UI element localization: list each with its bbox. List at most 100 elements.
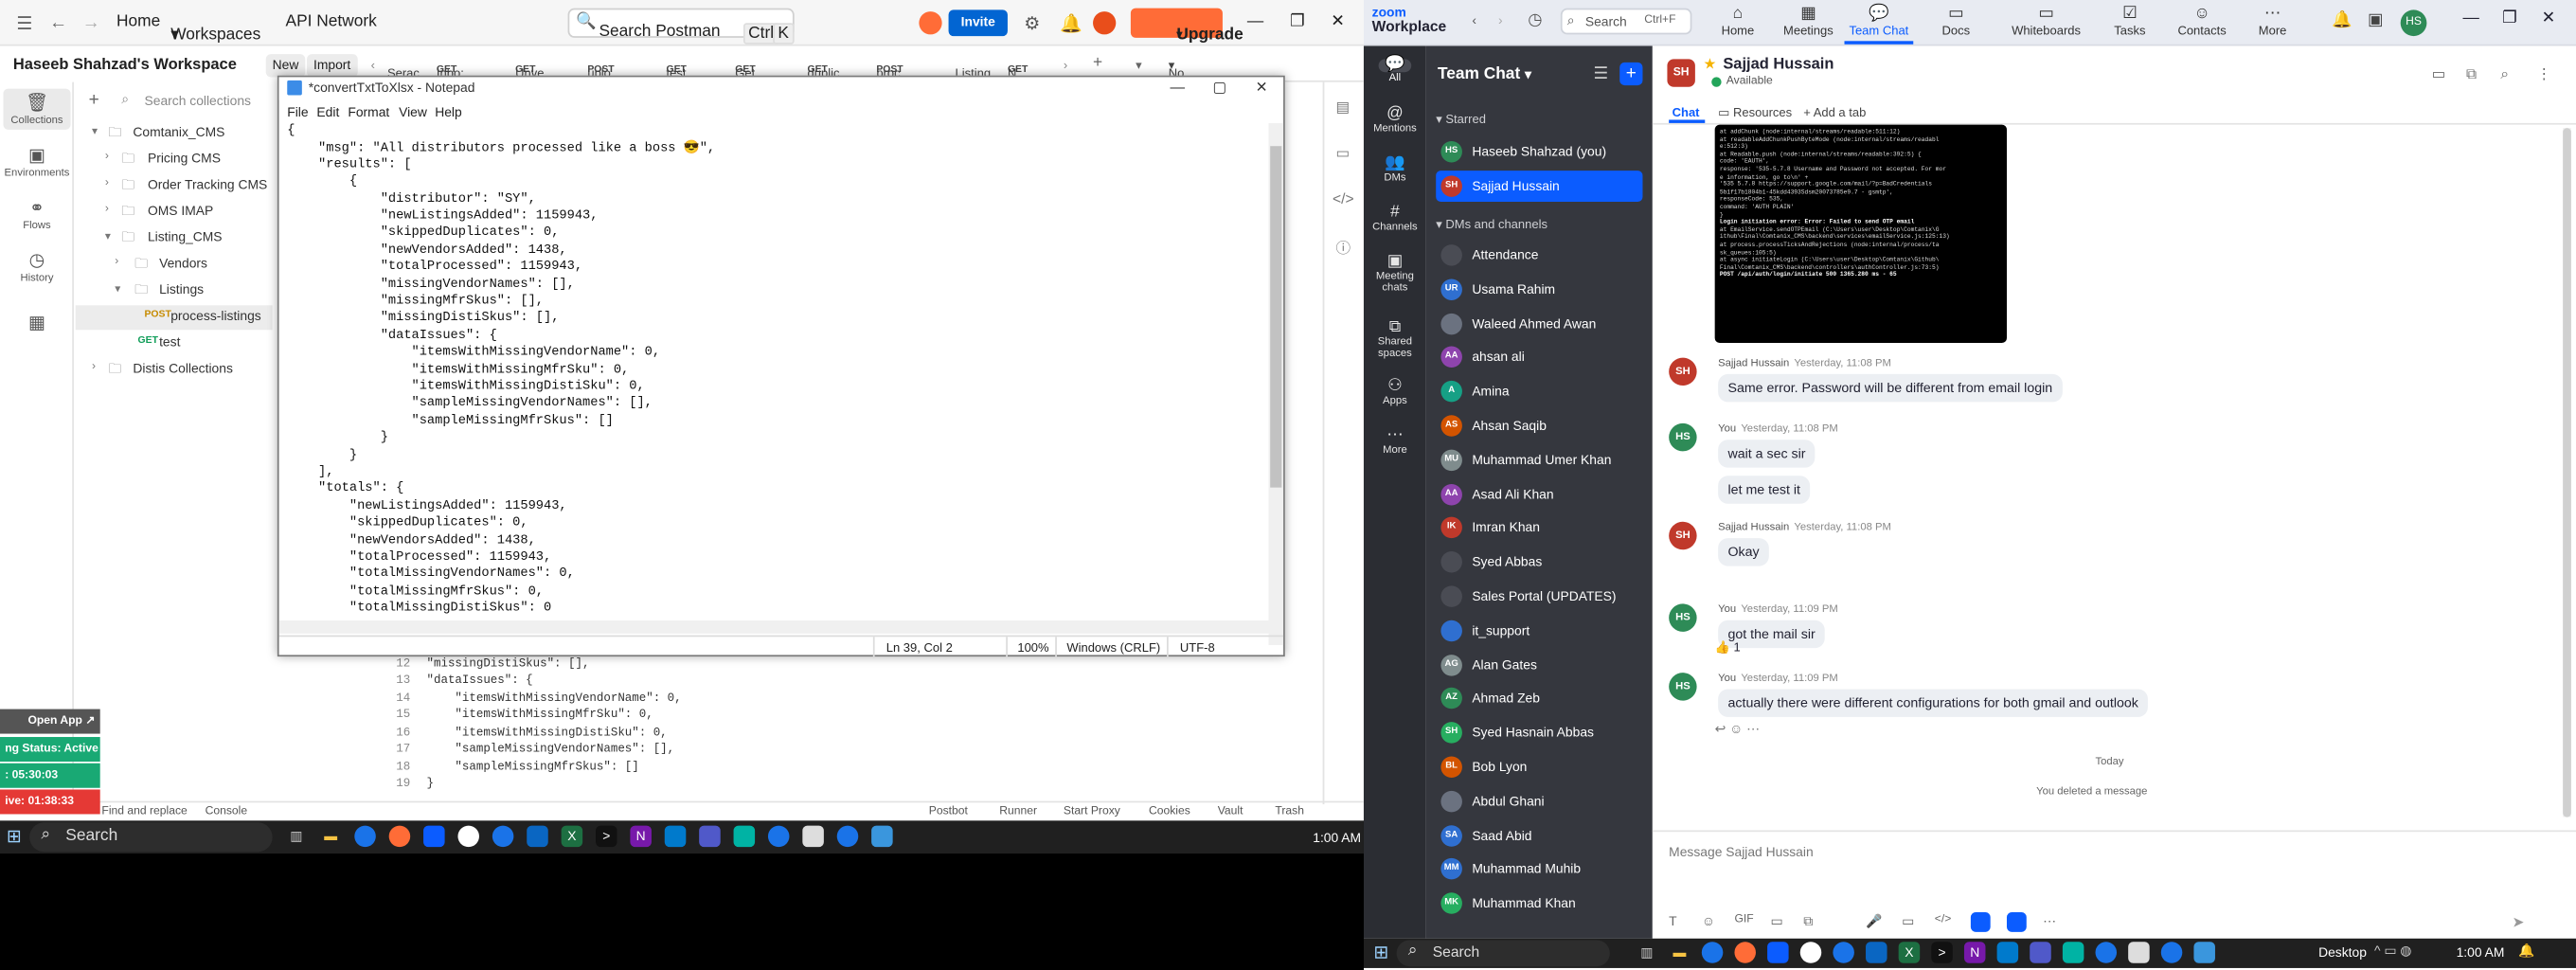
task-view-icon[interactable]: ▥ — [286, 826, 308, 848]
scrollbar-thumb[interactable] — [2563, 128, 2571, 817]
close-icon[interactable]: ✕ — [1331, 13, 1345, 31]
vscode-icon[interactable] — [1996, 942, 2019, 963]
nav-home[interactable]: Home — [116, 13, 160, 31]
message-bubble[interactable]: actually there were different configurat… — [1718, 689, 2149, 717]
file-explorer-icon[interactable]: ▬ — [320, 826, 342, 848]
maximize-icon[interactable]: ❐ — [2502, 9, 2517, 27]
format-icon[interactable]: T — [1669, 914, 1676, 929]
bell-icon[interactable]: 🔔 — [2332, 11, 2352, 29]
tree-item[interactable]: › 🗀 Order Tracking CMS — [76, 174, 273, 199]
zoom-taskbar-icon[interactable] — [1767, 942, 1789, 963]
plus-icon[interactable]: + — [1093, 54, 1102, 72]
find-replace-button[interactable]: Find and replace — [101, 806, 187, 817]
contact-item[interactable]: BL Bob Lyon — [1436, 751, 1642, 782]
contact-item[interactable]: UR Usama Rahim — [1436, 274, 1642, 305]
contact-item[interactable]: AA ahsan ali — [1436, 342, 1642, 373]
contact-item[interactable]: HS Haseeb Shahzad (you) — [1436, 136, 1642, 168]
vertical-scrollbar[interactable] — [1268, 122, 1284, 645]
menu-format[interactable]: Format — [348, 105, 389, 120]
contact-item[interactable]: Waleed Ahmed Awan — [1436, 308, 1642, 339]
rail-mentions[interactable]: @ Mentions — [1364, 106, 1426, 135]
avatar[interactable]: HS — [1669, 603, 1697, 632]
tab-resources[interactable]: ▭ Resources — [1718, 105, 1792, 120]
attach-icon[interactable]: ▭ — [1771, 914, 1783, 929]
desktop-label[interactable]: Desktop — [2318, 945, 2367, 961]
nav-meetings[interactable]: ▦ Meetings — [1774, 5, 1843, 38]
contact-item[interactable]: AG Alan Gates — [1436, 649, 1642, 680]
avatar[interactable] — [1093, 11, 1117, 35]
notification-icon[interactable]: 🔔 — [2518, 943, 2534, 959]
more-icon[interactable]: ⋯ — [2043, 914, 2056, 929]
app-icon[interactable] — [871, 825, 893, 848]
minimize-icon[interactable]: — — [1247, 13, 1263, 31]
app-icon[interactable] — [733, 825, 756, 848]
upgrade-button[interactable]: Upgrade ▾ — [1130, 8, 1243, 45]
nav-more[interactable]: ⋯ More — [2238, 5, 2307, 38]
tree-item[interactable]: ▾ 🗀 Listing_CMS — [76, 226, 273, 251]
excel-icon[interactable]: X — [561, 825, 583, 848]
postman-taskbar-icon[interactable] — [388, 825, 411, 848]
taskbar-search[interactable]: ⌕ Search — [29, 822, 273, 853]
chevron-left-icon[interactable]: ‹ — [1472, 13, 1476, 28]
add-button[interactable]: + — [1619, 62, 1643, 86]
contact-item[interactable]: Attendance — [1436, 240, 1642, 271]
chat-contact-name[interactable]: Sajjad Hussain — [1723, 56, 1834, 74]
avatar[interactable]: HS — [1669, 422, 1697, 452]
zoom-search[interactable]: ⌕ Search Ctrl+F — [1560, 8, 1692, 35]
windows-start-icon[interactable]: ⊞ — [1373, 942, 1388, 963]
chrome-icon[interactable] — [492, 825, 514, 848]
contact-item[interactable]: MU Muhammad Umer Khan — [1436, 444, 1642, 476]
minimize-icon[interactable]: — — [1170, 79, 1185, 95]
message-bubble[interactable]: let me test it — [1718, 476, 1811, 504]
clock[interactable]: 1:00 AM — [1313, 831, 1361, 846]
rail-dms[interactable]: 👥 DMs — [1364, 155, 1426, 184]
teams-icon[interactable] — [699, 825, 721, 848]
forward-arrow-icon[interactable]: → — [82, 13, 100, 33]
avatar[interactable]: SH — [1667, 59, 1695, 87]
error-screenshot[interactable]: at addChunk (node:internal/streams/reada… — [1714, 124, 2007, 344]
dms-section[interactable]: ▾ DMs and channels — [1436, 217, 1547, 232]
vscode-icon[interactable] — [664, 825, 687, 848]
postman-search[interactable]: 🔍 Search Postman Ctrl K — [567, 8, 795, 45]
windows-start-icon[interactable]: ⊞ — [7, 826, 22, 847]
rail-all[interactable]: 💬 All — [1364, 57, 1426, 83]
screenshot-icon[interactable]: ⧉ — [1803, 914, 1813, 930]
contact-item[interactable]: MK Muhammad Khan — [1436, 888, 1642, 919]
nav-home[interactable]: ⌂ Home — [1704, 5, 1773, 38]
contact-item[interactable]: SH Syed Hasnain Abbas — [1436, 717, 1642, 748]
bell-icon[interactable]: 🔔 — [1060, 13, 1082, 35]
onenote-icon[interactable]: N — [630, 825, 652, 848]
history-icon[interactable]: ◷ — [1528, 11, 1542, 29]
menu-icon[interactable]: ☰ — [16, 13, 32, 35]
scrollbar-thumb[interactable] — [1270, 146, 1282, 488]
new-button[interactable]: New — [265, 54, 306, 78]
tree-item[interactable]: ▾ 🗀 Comtanix_CMS — [76, 121, 273, 146]
chevron-right-icon[interactable]: › — [1064, 58, 1067, 73]
tree-item[interactable]: › 🗀 OMS IMAP — [76, 200, 273, 225]
app-icon[interactable] — [1866, 942, 1887, 963]
rail-collections[interactable]: 🗑 Collections — [3, 88, 71, 130]
contact-item[interactable]: IK Imran Khan — [1436, 512, 1642, 544]
tree-item[interactable]: ▾ 🗀 Listings — [76, 279, 273, 304]
taskbar-search[interactable]: ⌕ Search — [1396, 940, 1610, 967]
menu-help[interactable]: Help — [435, 105, 462, 120]
app-icon[interactable] — [1970, 912, 1991, 932]
starred-section[interactable]: ▾ Starred — [1436, 112, 1486, 127]
avatar[interactable]: HS — [2400, 9, 2427, 37]
rail-more[interactable]: ▦ — [3, 312, 70, 334]
terminal-icon[interactable]: > — [596, 825, 617, 848]
search-icon[interactable]: ⌕ — [2500, 65, 2509, 83]
contact-item[interactable]: it_support — [1436, 615, 1642, 646]
task-view-icon[interactable]: ▥ — [1637, 942, 1658, 963]
contact-item[interactable]: Syed Abbas — [1436, 547, 1642, 578]
response-editor[interactable]: 11"missingMfrSkus": [],12"missingDistiSk… — [361, 640, 1297, 804]
contact-item[interactable]: MM Muhammad Muhib — [1436, 853, 1642, 885]
message-bubble[interactable]: wait a sec sir — [1718, 440, 1816, 468]
send-icon[interactable]: ➤ — [2512, 914, 2524, 932]
postman-taskbar-icon[interactable] — [1734, 942, 1756, 963]
nav-docs[interactable]: ▭ Docs — [1922, 5, 1991, 38]
contact-item[interactable]: AA Asad Ali Khan — [1436, 478, 1642, 510]
rail-shared-spaces[interactable]: ⧉ Shared spaces — [1364, 319, 1426, 360]
app-icon[interactable] — [802, 825, 824, 848]
app-icon[interactable] — [2128, 942, 2150, 963]
